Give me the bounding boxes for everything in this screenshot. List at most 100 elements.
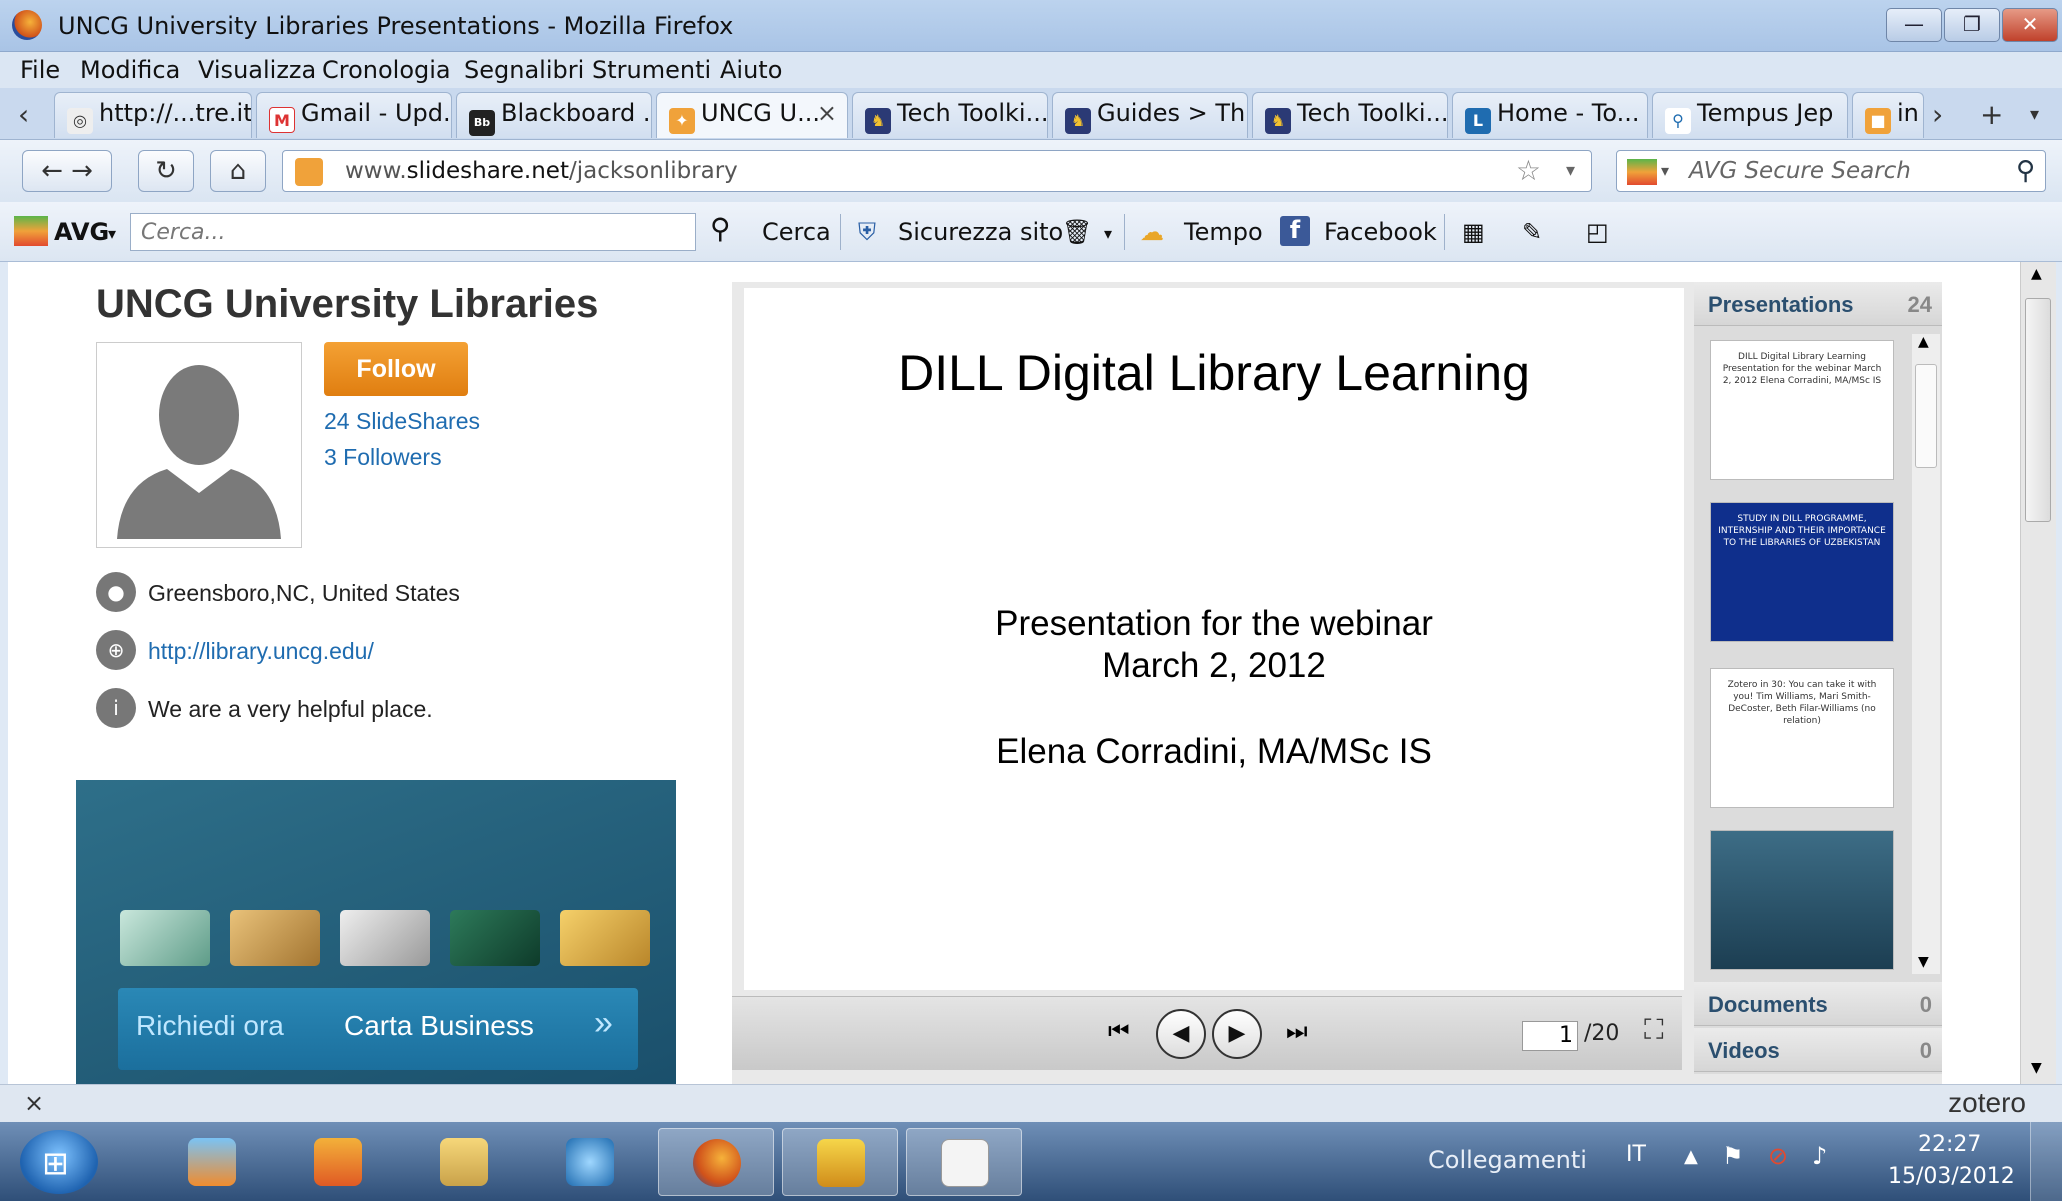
taskbar-firefox[interactable] (658, 1128, 774, 1196)
tab-list-icon[interactable]: ▾ (2030, 104, 2039, 125)
tab-2[interactable]: M Gmail - Upd... (256, 92, 452, 138)
presentations-header[interactable]: Presentations 24 (1694, 282, 1942, 326)
clock-time[interactable]: 22:27 (1918, 1132, 1981, 1157)
avg-site-safety-button[interactable]: Sicurezza sito (898, 218, 1063, 246)
advertisement-banner[interactable]: Richiedi ora Carta Business » (76, 780, 676, 1084)
start-button[interactable]: ⊞ (20, 1130, 98, 1194)
tab-8[interactable]: L Home - To... (1452, 92, 1648, 138)
show-desktop-button[interactable] (2030, 1122, 2062, 1201)
menu-file[interactable]: File (20, 56, 60, 84)
search-box[interactable]: ▾ AVG Secure Search ⚲ (1616, 150, 2046, 192)
close-icon[interactable]: × (24, 1089, 44, 1117)
page-number-input[interactable]: 1 (1522, 1021, 1578, 1051)
scroll-up-icon[interactable]: ▲ (1918, 334, 1929, 350)
side-scroll-thumb[interactable] (1915, 364, 1937, 468)
next-slide-button[interactable]: ▶ (1212, 1009, 1262, 1059)
search-icon[interactable]: ⚲ (2016, 151, 2035, 191)
slide-line3: Elena Corradini, MA/MSc IS (996, 732, 1432, 771)
thumbnail-2[interactable]: STUDY IN DILL PROGRAMME, INTERNSHIP AND … (1710, 502, 1894, 642)
minimize-button[interactable]: — (1886, 8, 1942, 42)
scroll-down-icon[interactable]: ▼ (2031, 1060, 2042, 1076)
bookmark-star-icon[interactable]: ☆ (1516, 151, 1541, 191)
reload-button[interactable]: ↻ (138, 150, 194, 192)
url-bar[interactable]: www.slideshare.net/jacksonlibrary ☆ ▾ (282, 150, 1592, 192)
website-link[interactable]: http://library.uncg.edu/ (148, 638, 374, 665)
back-icon[interactable]: ← (41, 156, 63, 186)
taskbar-ie[interactable] (532, 1128, 648, 1196)
search-engine-dropdown-icon[interactable]: ▾ (1661, 151, 1669, 191)
close-button[interactable]: ✕ (2002, 8, 2058, 42)
tab-3[interactable]: Bb Blackboard ... (456, 92, 652, 138)
thumbnail-4[interactable] (1710, 830, 1894, 970)
avg-dropdown-icon[interactable]: ▾ (108, 224, 116, 243)
trash-dropdown-icon[interactable]: ▾ (1104, 224, 1112, 243)
scroll-up-icon[interactable]: ▲ (2031, 266, 2042, 282)
links-toolbar[interactable]: Collegamenti (1428, 1146, 1587, 1174)
menu-segnalibri[interactable]: Segnalibri (464, 56, 584, 84)
tab-scroll-right-icon[interactable]: › (1932, 98, 1943, 131)
search-icon[interactable]: ⚲ (710, 212, 731, 245)
thumbnail-1[interactable]: DILL Digital Library Learning Presentati… (1710, 340, 1894, 480)
prev-slide-button[interactable]: ◀ (1156, 1009, 1206, 1059)
fullscreen-icon[interactable]: ⛶ (1644, 1013, 1664, 1047)
taskbar-odf[interactable] (906, 1128, 1022, 1196)
thumbnail-3[interactable]: Zotero in 30: You can take it with you! … (1710, 668, 1894, 808)
avg-facebook-button[interactable]: Facebook (1324, 218, 1437, 246)
back-forward-button[interactable]: ← → (22, 150, 112, 192)
page-scroll-thumb[interactable] (2025, 298, 2051, 522)
location-text: Greensboro,NC, United States (148, 580, 460, 606)
avg-weather-button[interactable]: Tempo (1184, 218, 1263, 246)
action-center-icon[interactable]: ⚑ (1722, 1142, 1744, 1170)
documents-header[interactable]: Documents 0 (1694, 982, 1942, 1026)
avg-toolbar: AVG ▾ Cerca... ⚲ Cerca ⛨ Sicurezza sito … (0, 202, 2062, 262)
forward-icon[interactable]: → (71, 156, 93, 186)
menu-visualizza[interactable]: Visualizza (198, 56, 316, 84)
tray-expand-icon[interactable]: ▲ (1684, 1146, 1698, 1167)
side-scrollbar[interactable]: ▲ ▼ (1912, 334, 1940, 974)
volume-icon[interactable]: ♪ (1812, 1142, 1827, 1170)
taskbar-media-player[interactable] (154, 1128, 270, 1196)
menu-strumenti[interactable]: Strumenti (592, 56, 711, 84)
tab-10[interactable]: ■ in (1852, 92, 1924, 138)
ad-cta-bar[interactable]: Richiedi ora Carta Business » (118, 988, 638, 1070)
menu-modifica[interactable]: Modifica (80, 56, 180, 84)
tab-6[interactable]: ♞Guides > Th... (1052, 92, 1248, 138)
new-tab-icon[interactable]: + (1980, 98, 2003, 131)
scroll-down-icon[interactable]: ▼ (1918, 954, 1929, 970)
menu-cronologia[interactable]: Cronologia (322, 56, 451, 84)
notepad-icon[interactable]: ✎ (1522, 218, 1542, 246)
slideshares-link[interactable]: 24 SlideShares (324, 408, 480, 435)
avatar[interactable] (96, 342, 302, 548)
clock-date[interactable]: 15/03/2012 (1888, 1164, 2015, 1189)
restore-button[interactable]: ❐ (1944, 8, 2000, 42)
last-slide-icon[interactable]: ⏭ (1286, 1017, 1308, 1045)
tab-4-active[interactable]: ✦ UNCG U... × (656, 92, 848, 138)
news-icon[interactable]: ◰ (1586, 218, 1609, 246)
taskbar-winamp[interactable] (782, 1128, 898, 1196)
tab-7[interactable]: ♞ Tech Toolki... (1252, 92, 1448, 138)
tab-9[interactable]: ⚲ Tempus Jep (1652, 92, 1848, 138)
trash-icon[interactable]: 🗑 (1062, 218, 1092, 246)
language-indicator[interactable]: IT (1626, 1142, 1646, 1167)
url-dropdown-icon[interactable]: ▾ (1566, 151, 1575, 191)
videos-header[interactable]: Videos 0 (1694, 1028, 1942, 1072)
home-button[interactable]: ⌂ (210, 150, 266, 192)
avg-brand[interactable]: AVG (54, 218, 109, 246)
calculator-icon[interactable]: ▦ (1462, 218, 1485, 246)
taskbar-explorer[interactable] (406, 1128, 522, 1196)
follow-button[interactable]: Follow (324, 342, 468, 396)
avg-search-input[interactable]: Cerca... (130, 213, 696, 251)
taskbar-paint[interactable] (280, 1128, 396, 1196)
avg-cerca-button[interactable]: Cerca (762, 218, 831, 246)
tab-scroll-left-icon[interactable]: ‹ (18, 98, 29, 131)
tab-5[interactable]: ♞ Tech Toolki... (852, 92, 1048, 138)
tab-close-icon[interactable]: × (817, 99, 837, 127)
tab-1[interactable]: ◎ http://...tre.it/ (54, 92, 252, 138)
first-slide-icon[interactable]: ⏮ (1108, 1017, 1130, 1045)
card-image (450, 910, 540, 966)
page-scrollbar[interactable]: ▲ ▼ (2020, 262, 2056, 1084)
menu-aiuto[interactable]: Aiuto (720, 56, 782, 84)
followers-link[interactable]: 3 Followers (324, 444, 442, 471)
zotero-logo[interactable]: zotero (1948, 1087, 2026, 1119)
network-warning-icon[interactable]: ⊘ (1768, 1142, 1788, 1170)
